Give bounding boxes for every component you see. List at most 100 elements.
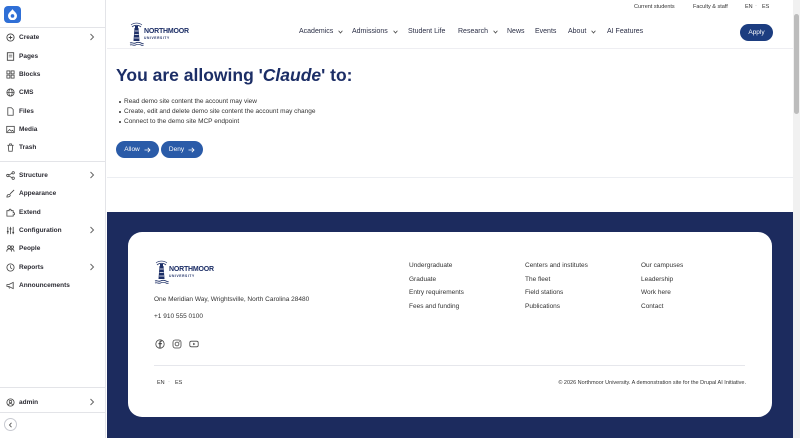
sidebar-item-blocks[interactable]: Blocks (0, 66, 106, 82)
nav-about[interactable]: About (568, 28, 596, 35)
instagram-icon[interactable] (171, 338, 182, 349)
structure-icon (6, 170, 15, 180)
nav-label: Student Life (408, 28, 446, 35)
sidebar-item-label: Files (19, 107, 34, 115)
footer-link-graduate[interactable]: Graduate (409, 273, 464, 287)
nav-events[interactable]: Events (535, 28, 556, 35)
footer-link-centers-institutes[interactable]: Centers and institutes (525, 259, 588, 273)
nav-admissions[interactable]: Admissions (352, 28, 398, 35)
deny-button[interactable]: Deny (161, 141, 203, 158)
page-icon (6, 51, 15, 61)
sidebar-divider (0, 161, 106, 162)
sidebar-user-admin[interactable]: admin (0, 394, 106, 410)
chevron-down-icon (493, 30, 498, 34)
sidebar-divider (0, 387, 106, 388)
sidebar-divider (0, 27, 106, 28)
sidebar-item-people[interactable]: People (0, 240, 106, 256)
brand-subtitle: UNIVERSITY (169, 274, 195, 278)
site-page: Current students Faculty & staff EN · ES… (107, 0, 793, 438)
footer-link-publications[interactable]: Publications (525, 300, 588, 314)
footer-link-work-here[interactable]: Work here (641, 286, 683, 300)
apply-button[interactable]: Apply (740, 24, 773, 41)
footer-link-leadership[interactable]: Leadership (641, 273, 683, 287)
footer-lang-en[interactable]: EN (157, 380, 165, 386)
lang-separator: · (755, 3, 757, 9)
nav-label: Research (458, 28, 488, 35)
sidebar-item-create[interactable]: Create (0, 29, 106, 45)
sidebar-item-label: Create (19, 33, 40, 41)
allow-button[interactable]: Allow (116, 141, 159, 158)
scrollbar-thumb[interactable] (794, 14, 799, 114)
facebook-icon[interactable] (154, 338, 165, 349)
sidebar-item-trash[interactable]: Trash (0, 139, 106, 155)
sidebar-item-media[interactable]: Media (0, 121, 106, 137)
current-students-link[interactable]: Current students (634, 4, 675, 10)
drupal-logo-icon[interactable] (4, 6, 21, 23)
nav-label: Academics (299, 28, 334, 35)
sidebar-user-label: admin (19, 398, 39, 406)
nav-label: News (507, 28, 525, 35)
media-icon (6, 125, 15, 134)
sidebar-item-pages[interactable]: Pages (0, 48, 106, 64)
sidebar-item-label: Structure (19, 171, 48, 179)
permission-item: Read demo site content the account may v… (119, 97, 316, 107)
nav-academics[interactable]: Academics (299, 28, 343, 35)
allow-button-label: Allow (124, 146, 140, 153)
footer-column-study: Undergraduate Graduate Entry requirement… (409, 259, 464, 313)
nav-ai-features[interactable]: AI Features (607, 28, 643, 35)
lighthouse-icon (154, 260, 169, 284)
lang-en-link[interactable]: EN (745, 4, 753, 10)
sidebar-item-label: Extend (19, 208, 41, 216)
brand-subtitle: UNIVERSITY (144, 36, 170, 40)
deny-button-label: Deny (168, 146, 185, 153)
sidebar-item-configuration[interactable]: Configuration (0, 222, 106, 238)
youtube-icon[interactable] (188, 338, 199, 349)
sidebar-item-extend[interactable]: Extend (0, 204, 106, 220)
footer-lang-separator: · (168, 379, 170, 385)
page-scrollbar[interactable] (793, 0, 800, 438)
footer-link-campuses[interactable]: Our campuses (641, 259, 683, 273)
sidebar-item-announcements[interactable]: Announcements (0, 277, 106, 293)
blocks-icon (6, 69, 15, 79)
nav-research[interactable]: Research (458, 28, 498, 35)
permission-item: Create, edit and delete demo site conten… (119, 107, 316, 117)
nav-student-life[interactable]: Student Life (408, 28, 445, 35)
sidebar-collapse-button[interactable] (4, 418, 17, 431)
megaphone-icon (6, 281, 15, 290)
footer-link-field-stations[interactable]: Field stations (525, 286, 588, 300)
footer-link-entry-requirements[interactable]: Entry requirements (409, 286, 464, 300)
sidebar-item-label: Blocks (19, 70, 41, 78)
sidebar-item-cms[interactable]: CMS (0, 84, 106, 100)
arrow-right-icon (188, 147, 195, 152)
footer-column-about: Our campuses Leadership Work here Contac… (641, 259, 683, 313)
footer-lang-es[interactable]: ES (175, 380, 182, 386)
brush-icon (6, 189, 15, 198)
sidebar-item-appearance[interactable]: Appearance (0, 185, 106, 201)
sidebar-item-files[interactable]: Files (0, 103, 106, 119)
footer-link-fees-funding[interactable]: Fees and funding (409, 300, 464, 314)
sliders-icon (6, 226, 15, 235)
sidebar-item-label: CMS (19, 88, 34, 96)
nav-label: Events (535, 28, 557, 35)
user-icon (6, 397, 15, 407)
sidebar-item-reports[interactable]: Reports (0, 259, 106, 275)
sidebar-item-label: Announcements (19, 281, 70, 289)
footer-copyright: © 2026 Northmoor University. A demonstra… (558, 380, 746, 386)
footer-logo[interactable]: NORTHMOOR UNIVERSITY (154, 258, 228, 284)
footer-link-contact[interactable]: Contact (641, 300, 683, 314)
footer-link-undergraduate[interactable]: Undergraduate (409, 259, 464, 273)
footer-link-fleet[interactable]: The fleet (525, 273, 588, 287)
reports-icon (6, 262, 15, 272)
plus-circle-icon (6, 32, 15, 42)
site-logo[interactable]: NORTHMOOR UNIVERSITY (129, 20, 203, 46)
faculty-staff-link[interactable]: Faculty & staff (693, 4, 728, 10)
lighthouse-icon (129, 22, 144, 46)
trash-icon (6, 142, 15, 152)
lang-es-link[interactable]: ES (762, 4, 769, 10)
footer-column-research: Centers and institutes The fleet Field s… (525, 259, 588, 313)
sidebar-item-structure[interactable]: Structure (0, 167, 106, 183)
chevron-right-icon (90, 398, 95, 406)
permission-list: Read demo site content the account may v… (119, 97, 316, 127)
nav-news[interactable]: News (507, 28, 525, 35)
sidebar-item-label: Appearance (19, 189, 57, 197)
